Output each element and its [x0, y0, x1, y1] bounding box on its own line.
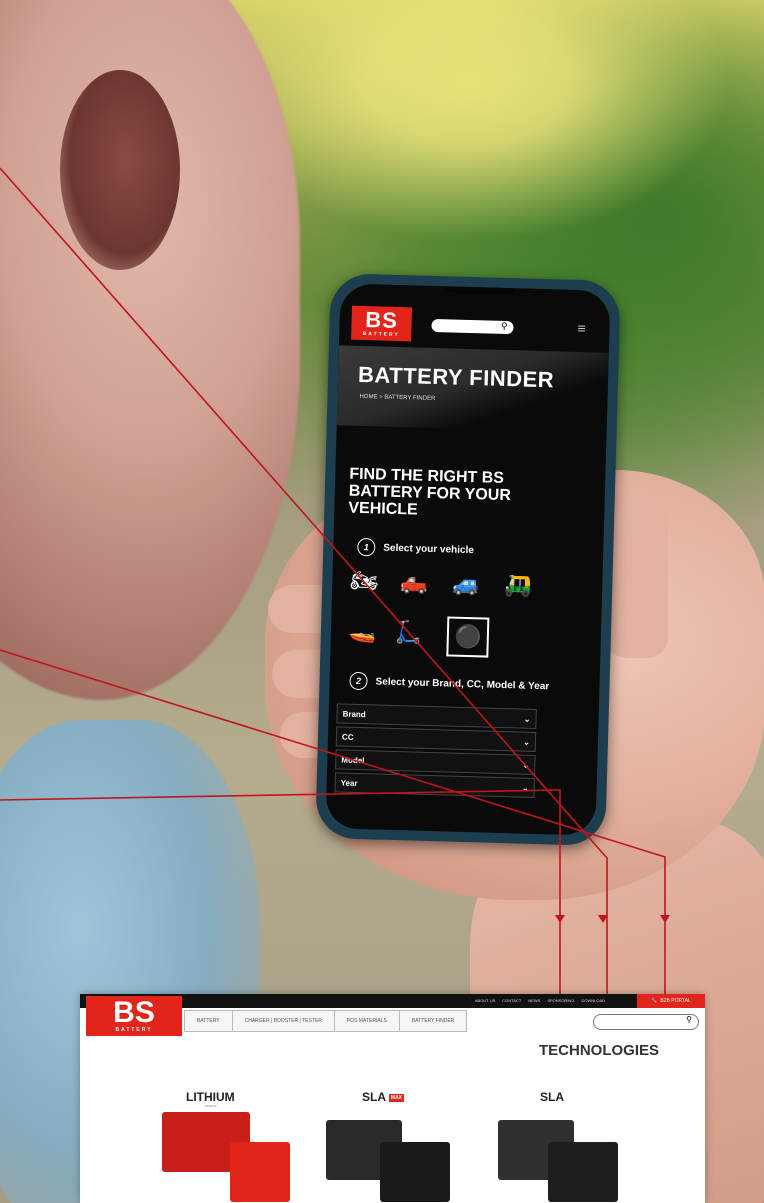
sla-max-battery-image[interactable]	[380, 1142, 450, 1202]
nav-pos-materials[interactable]: POS MATERIALS	[333, 1010, 400, 1032]
product-sla-max-label[interactable]: SLA MAX	[362, 1090, 405, 1104]
callout-line-b2b	[0, 649, 666, 995]
link-contact[interactable]: CONTACT	[502, 998, 521, 1003]
logo-text: BS	[113, 996, 155, 1029]
search-icon[interactable]: ⚲	[686, 1015, 692, 1024]
logo-subtext: BATTERY	[115, 1027, 153, 1033]
nav-battery-finder[interactable]: BATTERY FINDER	[398, 1010, 468, 1032]
callout-line-sponsoring	[0, 789, 561, 996]
max-badge: MAX	[388, 1093, 405, 1102]
section-title: TECHNOLOGIES	[538, 1042, 659, 1059]
wrench-icon: 🔧	[651, 998, 658, 1004]
arrow-down-icon	[598, 915, 608, 923]
b2b-label: B2B PORTAL	[660, 998, 691, 1004]
link-about-us[interactable]: ABOUT US	[475, 998, 495, 1003]
lithium-battery-image[interactable]	[230, 1142, 290, 1202]
main-nav: BATTERY CHARGER | BOOSTER | TESTER POS M…	[184, 1010, 468, 1032]
link-sponsoring[interactable]: SPONSORING	[547, 998, 574, 1003]
bs-logo[interactable]: BS BATTERY	[86, 996, 182, 1036]
callout-line-download	[0, 167, 608, 995]
link-news[interactable]: NEWS	[528, 998, 540, 1003]
product-lithium-label[interactable]: LITHIUM LiFePO4	[186, 1090, 235, 1108]
link-download[interactable]: DOWNLOAD	[581, 998, 605, 1003]
arrow-down-icon	[555, 915, 565, 923]
sla-battery-image[interactable]	[548, 1142, 618, 1202]
b2b-portal-button[interactable]: 🔧 B2B PORTAL	[637, 994, 705, 1008]
top-links: ABOUT US CONTACT NEWS SPONSORING DOWNLOA…	[475, 998, 605, 1003]
search-input[interactable]: ⚲	[593, 1014, 699, 1030]
desktop-site-preview: ABOUT US CONTACT NEWS SPONSORING DOWNLOA…	[80, 994, 705, 1203]
product-sla-label[interactable]: SLA	[540, 1090, 564, 1104]
nav-charger[interactable]: CHARGER | BOOSTER | TESTER	[231, 1010, 335, 1032]
nav-battery[interactable]: BATTERY	[184, 1010, 233, 1032]
arrow-down-icon	[660, 915, 670, 923]
